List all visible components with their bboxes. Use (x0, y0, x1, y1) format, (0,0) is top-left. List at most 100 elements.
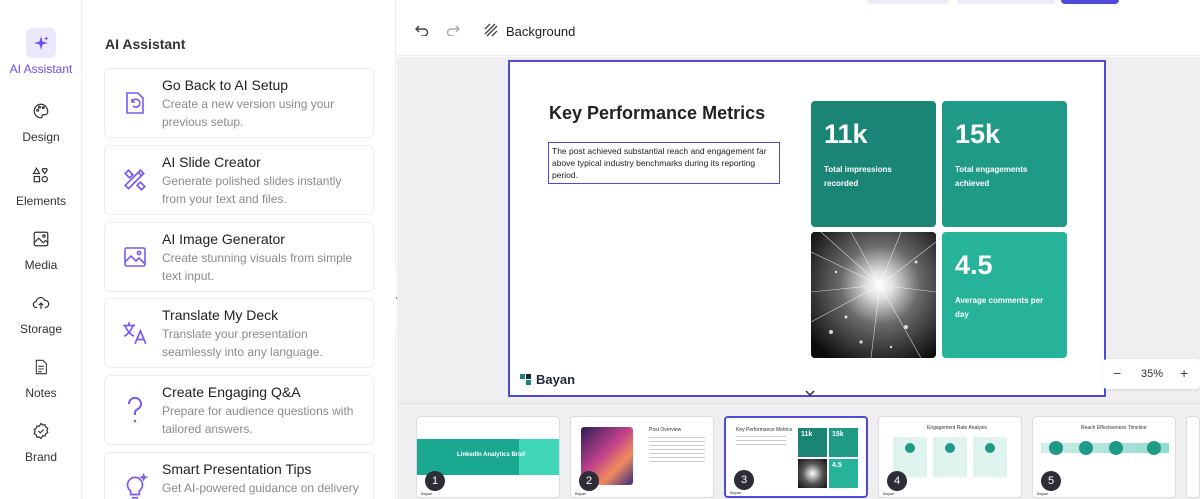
card-title: AI Slide Creator (162, 154, 261, 170)
card-title: Create Engaging Q&A (162, 384, 301, 400)
zoom-control: − 35% + (1103, 359, 1200, 389)
thumbnail-slide-5[interactable]: Reach Effectiveness Timeline Bayan 5 (1032, 416, 1176, 498)
rail-label: Notes (25, 386, 57, 400)
background-label[interactable]: Background (506, 24, 575, 39)
metric-tile[interactable]: 15k Total engagements achieved (942, 101, 1067, 227)
thumbnail-slide-2[interactable]: Post Overview Bayan 2 (570, 416, 714, 498)
thumb-text-lines (736, 436, 786, 446)
rail-label: Media (24, 258, 58, 272)
rail-label: AI Assistant (9, 62, 73, 76)
thumbnail-slide-4[interactable]: Engagement Rate Analysis Bayan 4 (878, 416, 1022, 498)
background-button[interactable] (481, 22, 501, 42)
slide-thumbnails: LinkedIn Analytics Brief Bayan 1 Post Ov… (397, 403, 1200, 499)
thumb-title: Reach Effectiveness Timeline (1081, 425, 1147, 431)
ai-assistant-panel: AI Assistant Go Back to AI Setup Create … (83, 0, 396, 499)
thumb-title: Post Overview (649, 427, 682, 433)
zoom-in-button[interactable]: + (1180, 365, 1188, 381)
redo-button[interactable] (443, 22, 463, 42)
metric-tile[interactable]: 4.5 Average comments per day (942, 232, 1067, 358)
card-ai-slide-creator[interactable]: AI Slide Creator Generate polished slide… (104, 145, 374, 215)
thumb-number: 2 (579, 471, 599, 491)
metric-value: 11k (824, 119, 868, 149)
metric-value: 15k (955, 119, 1001, 149)
thumb-tile: 15k (829, 428, 858, 457)
thumbnail-slide-1[interactable]: LinkedIn Analytics Brief Bayan 1 (416, 416, 560, 498)
rail-label: Elements (15, 194, 67, 208)
thumb-brand: Bayan (1037, 491, 1049, 496)
undo-button[interactable] (412, 22, 432, 42)
card-description: Create a new version using your previous… (162, 97, 335, 129)
thumb-timeline-node (1079, 441, 1093, 455)
thumb-number: 4 (887, 471, 907, 491)
left-rail: AI Assistant Design Elements Media Stora… (0, 0, 82, 499)
top-action-button[interactable] (867, 0, 949, 4)
image-icon (119, 241, 151, 273)
translate-icon (119, 317, 151, 349)
metric-label: Total impressions recorded (824, 165, 892, 188)
rail-item-notes[interactable]: Notes (0, 352, 82, 408)
zoom-level[interactable]: 35% (1141, 368, 1163, 380)
thumb-timeline-node (1109, 441, 1123, 455)
rail-label: Design (22, 130, 60, 144)
slide-image[interactable] (811, 232, 936, 358)
rail-label: Storage (19, 322, 63, 336)
cloud-upload-icon (26, 288, 56, 318)
thumbnail-slide-6[interactable] (1186, 416, 1200, 498)
panel-title: AI Assistant (105, 36, 186, 52)
rail-item-elements[interactable]: Elements (0, 160, 82, 216)
chevron-down-icon (805, 384, 815, 402)
card-title: Smart Presentation Tips (162, 461, 312, 477)
thumb-brand: Bayan (421, 491, 433, 496)
restore-icon (119, 87, 151, 119)
thumb-tile: 4.5 (829, 459, 858, 488)
card-go-back-ai-setup[interactable]: Go Back to AI Setup Create a new version… (104, 68, 374, 138)
sparkle-icon (26, 28, 56, 58)
current-slide[interactable]: Key Performance Metrics The post achieve… (508, 60, 1106, 397)
logo-text: Bayan (536, 372, 576, 387)
card-description: Get AI-powered guidance on delivery (162, 481, 359, 495)
thumb-number: 5 (1041, 471, 1061, 491)
question-icon (119, 394, 151, 426)
brand-badge-icon (26, 416, 56, 446)
metric-tile[interactable]: 11k Total impressions recorded (811, 101, 936, 227)
metric-label: Average comments per day (955, 296, 1044, 319)
pencil-ruler-icon (119, 164, 151, 196)
card-translate-my-deck[interactable]: Translate My Deck Translate your present… (104, 298, 374, 368)
thumbnail-slide-3[interactable]: Key Performance Metrics 11k 15k 4.5 Baya… (724, 416, 868, 498)
rail-item-brand[interactable]: Brand (0, 416, 82, 472)
card-ai-image-generator[interactable]: AI Image Generator Create stunning visua… (104, 222, 374, 292)
slide-title[interactable]: Key Performance Metrics (549, 103, 765, 124)
card-title: Translate My Deck (162, 307, 279, 323)
card-description: Translate your presentation seamlessly i… (162, 327, 323, 359)
card-smart-presentation-tips[interactable]: Smart Presentation Tips Get AI-powered g… (104, 452, 374, 499)
rail-item-storage[interactable]: Storage (0, 288, 82, 344)
background-pattern-icon (484, 23, 498, 42)
undo-icon (415, 23, 429, 41)
thumb-brand: Bayan (883, 491, 895, 496)
editor-canvas: Key Performance Metrics The post achieve… (397, 57, 1200, 403)
expand-notes-button[interactable] (801, 386, 819, 400)
lightbulb-icon (119, 471, 151, 499)
card-description: Create stunning visuals from simple text… (162, 251, 353, 283)
card-title: Go Back to AI Setup (162, 77, 289, 93)
card-description: Generate polished slides instantly from … (162, 174, 342, 206)
shapes-icon (26, 160, 56, 190)
thumb-timeline-node (1147, 441, 1161, 455)
thumb-title: Engagement Rate Analysis (927, 425, 988, 431)
rail-item-media[interactable]: Media (0, 224, 82, 280)
zoom-out-button[interactable]: − (1113, 365, 1121, 381)
top-action-button[interactable] (957, 0, 1055, 4)
slide-text-box[interactable]: The post achieved substantial reach and … (548, 142, 780, 184)
thumb-title: Key Performance Metrics (736, 427, 793, 433)
card-create-engaging-qa[interactable]: Create Engaging Q&A Prepare for audience… (104, 375, 374, 445)
thumb-card-icon (945, 443, 955, 453)
rail-item-ai-assistant[interactable]: AI Assistant (0, 28, 82, 84)
note-icon (26, 352, 56, 382)
rail-label: Brand (24, 450, 58, 464)
rail-item-design[interactable]: Design (0, 96, 82, 152)
metric-label: Total engagements achieved (955, 165, 1028, 188)
top-primary-button[interactable] (1061, 0, 1119, 4)
thumb-text-lines (649, 437, 705, 463)
thumb-title: LinkedIn Analytics Brief (457, 452, 526, 458)
thumb-number: 3 (734, 470, 754, 490)
